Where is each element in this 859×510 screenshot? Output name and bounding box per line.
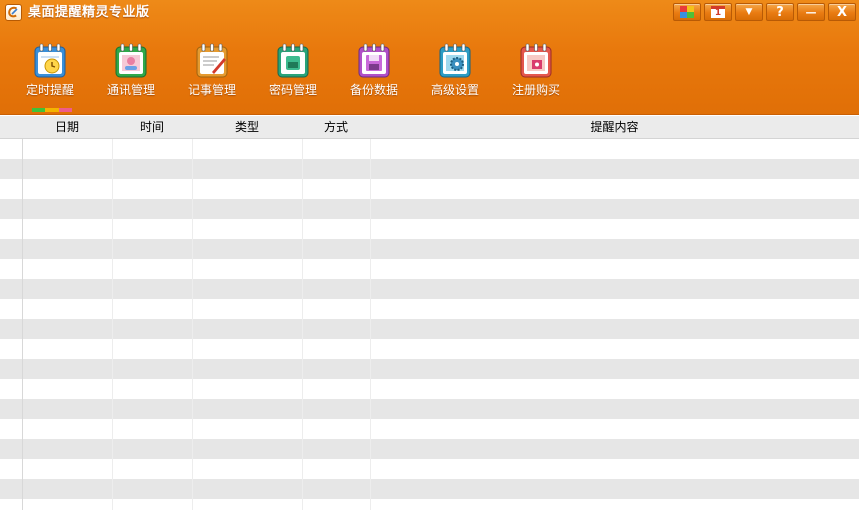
table-row[interactable] <box>0 359 859 379</box>
toolbar-label: 密码管理 <box>268 83 317 97</box>
help-icon: ? <box>776 4 784 20</box>
toolbar-item-contacts[interactable]: 通讯管理 <box>95 43 167 99</box>
table-row[interactable] <box>0 219 859 239</box>
close-button[interactable]: X <box>828 3 856 21</box>
backup-icon <box>358 43 390 78</box>
toolbar-item-backup[interactable]: 备份数据 <box>338 43 410 99</box>
password-icon <box>277 43 309 78</box>
table-row[interactable] <box>0 419 859 439</box>
table-row[interactable] <box>0 199 859 219</box>
toolbar-item-notes[interactable]: 记事管理 <box>176 43 248 99</box>
calendar-icon: 1 <box>711 6 725 18</box>
triangle-down-icon: ▼ <box>745 6 753 17</box>
table-row[interactable] <box>0 439 859 459</box>
table-row[interactable] <box>0 239 859 259</box>
column-divider <box>192 139 193 510</box>
table-row[interactable] <box>0 479 859 499</box>
indicator-pink <box>58 108 72 112</box>
table-row[interactable] <box>0 459 859 479</box>
table-row[interactable] <box>0 159 859 179</box>
column-header-content[interactable]: 提醒内容 <box>370 116 859 138</box>
table-header: 日期 时间 类型 方式 提醒内容 <box>0 116 859 139</box>
column-header-method[interactable]: 方式 <box>302 116 370 138</box>
column-divider <box>370 139 371 510</box>
register-icon <box>520 43 552 78</box>
menu-button[interactable]: ▼ <box>735 3 763 21</box>
toolbar-item-timed-reminder[interactable]: 定时提醒 <box>14 43 86 99</box>
minimize-button[interactable]: — <box>797 3 825 21</box>
table-row[interactable] <box>0 279 859 299</box>
notepad-icon <box>196 43 228 78</box>
indicator-yellow <box>45 108 59 112</box>
reminder-table[interactable]: 日期 时间 类型 方式 提醒内容 <box>0 116 859 510</box>
toolbar-item-passwords[interactable]: 密码管理 <box>257 43 329 99</box>
minimize-icon: — <box>805 5 817 19</box>
table-row[interactable] <box>0 319 859 339</box>
column-divider <box>22 139 23 510</box>
calendar-button[interactable]: 1 <box>704 3 732 21</box>
indicator-green <box>32 108 46 112</box>
column-divider <box>112 139 113 510</box>
table-row[interactable] <box>0 259 859 279</box>
toolbar-label: 定时提醒 <box>25 83 74 97</box>
close-icon: X <box>836 4 848 20</box>
toolbar-label: 备份数据 <box>349 83 398 97</box>
toolbar-selection-indicator <box>32 108 72 112</box>
alarm-clock-icon <box>34 43 66 78</box>
skin-button[interactable] <box>673 3 701 21</box>
table-row[interactable] <box>0 299 859 319</box>
table-body <box>0 139 859 510</box>
window-title: 桌面提醒精灵专业版 <box>28 5 150 20</box>
toolbar-item-advanced-settings[interactable]: 高级设置 <box>419 43 491 99</box>
help-button[interactable]: ? <box>766 3 794 21</box>
column-header-date[interactable]: 日期 <box>22 116 112 138</box>
title-toolbar-area: 桌面提醒精灵专业版 1 ▼ ? — X 定时提醒 通讯管理 记事管理 密码管理 … <box>0 0 859 115</box>
table-row[interactable] <box>0 379 859 399</box>
toolbar-item-register[interactable]: 注册购买 <box>500 43 572 99</box>
table-row[interactable] <box>0 499 859 510</box>
column-header-type[interactable]: 类型 <box>192 116 302 138</box>
contacts-icon <box>115 43 147 78</box>
window-controls: 1 ▼ ? — X <box>670 3 856 21</box>
settings-gear-icon <box>439 43 471 78</box>
table-row[interactable] <box>0 339 859 359</box>
toolbar-label: 记事管理 <box>187 83 236 97</box>
app-logo-icon <box>5 4 22 21</box>
table-row[interactable] <box>0 179 859 199</box>
column-header-time[interactable]: 时间 <box>112 116 192 138</box>
table-row[interactable] <box>0 399 859 419</box>
table-row[interactable] <box>0 139 859 159</box>
toolbar-label: 高级设置 <box>430 83 479 97</box>
main-window: 桌面提醒精灵专业版 1 ▼ ? — X 定时提醒 通讯管理 记事管理 密码管理 … <box>0 0 859 510</box>
toolbar-label: 通讯管理 <box>106 83 155 97</box>
toolbar-label: 注册购买 <box>511 83 560 97</box>
color-squares-icon <box>680 6 694 18</box>
column-divider <box>302 139 303 510</box>
